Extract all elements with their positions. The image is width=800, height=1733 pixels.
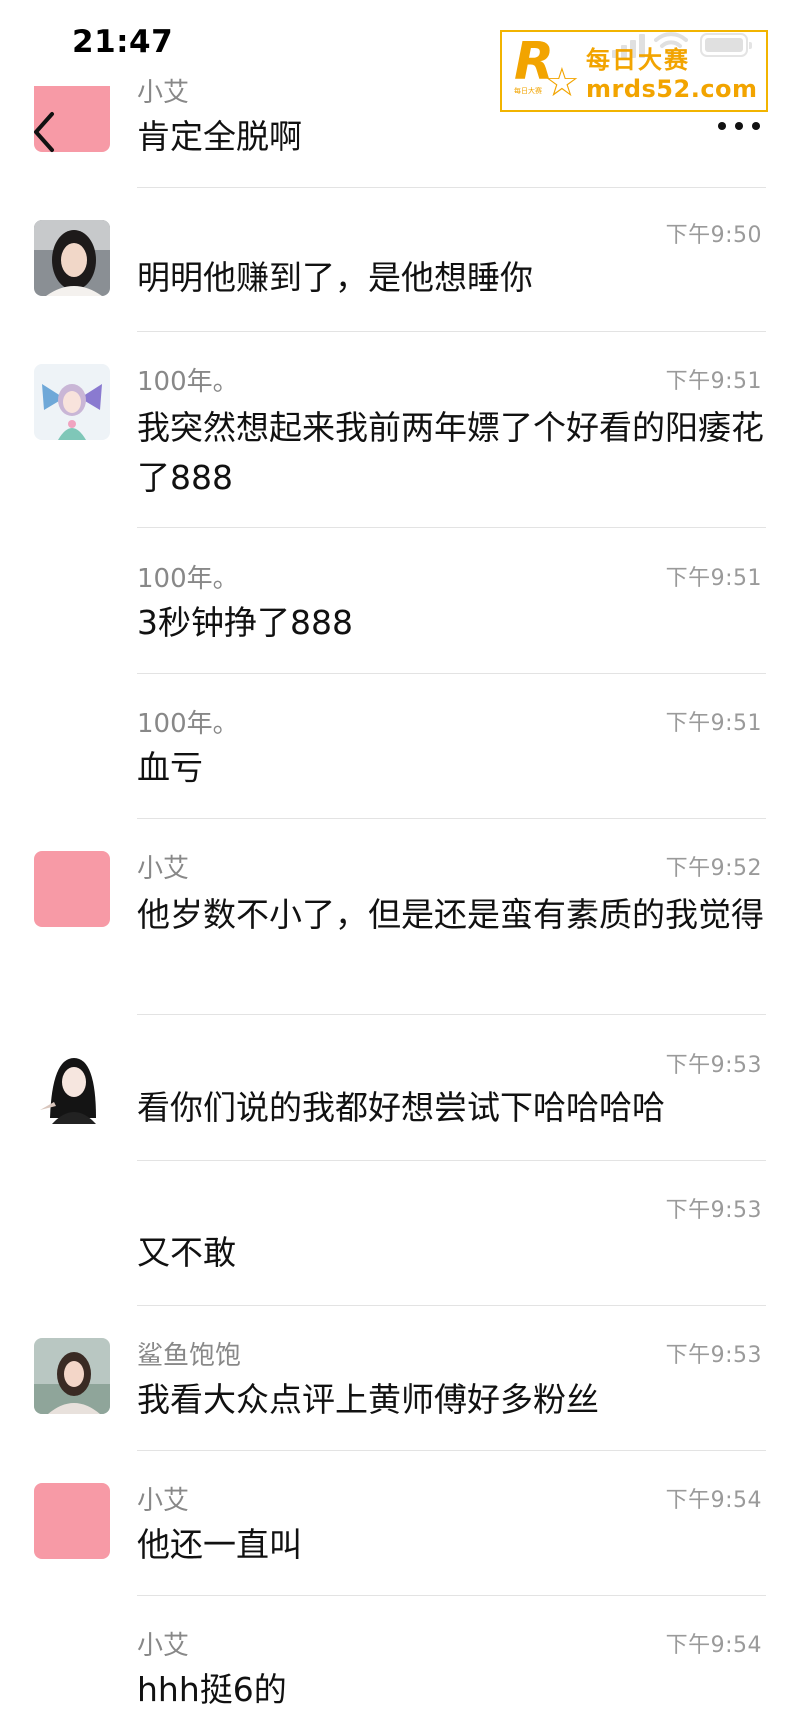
message-time: 下午9:50 [665, 223, 762, 248]
avatar[interactable] [34, 364, 110, 440]
avatar-illustration-icon [34, 1048, 110, 1124]
sender-name: 100年。 [137, 564, 239, 594]
sender-name: 小艾 [137, 854, 190, 884]
message-text: 我看大众点评上黄师傅好多粉丝 [137, 1380, 599, 1419]
divider [137, 331, 766, 332]
message-text: 我突然想起来我前两年嫖了个好看的阳痿花了888 [137, 408, 764, 497]
avatar[interactable] [34, 1048, 110, 1124]
message-text: hhh挺6的 [137, 1670, 287, 1709]
divider [137, 1160, 766, 1161]
watermark: R ☆ 每日大赛 每日大赛 mrds52.com [500, 30, 768, 112]
message-time: 下午9:54 [665, 1633, 762, 1658]
watermark-cn: 每日大赛 [586, 45, 690, 74]
message-time: 下午9:53 [665, 1343, 762, 1368]
watermark-en: mrds52.com [586, 74, 758, 103]
message-text: 肯定全脱啊 [137, 117, 302, 156]
divider [137, 818, 766, 819]
sender-name: 小艾 [137, 1486, 190, 1516]
divider [137, 187, 766, 188]
divider [137, 1595, 766, 1596]
message-time: 下午9:51 [665, 711, 762, 736]
message-text: 他岁数不小了，但是还是蛮有素质的我觉得 [137, 895, 764, 934]
avatar-illustration-icon [34, 364, 110, 440]
divider [137, 1305, 766, 1306]
avatar[interactable] [34, 1483, 110, 1559]
watermark-logo-small: 每日大赛 [514, 87, 542, 95]
sender-name: 鲨鱼饱饱 [137, 1341, 242, 1371]
message-time: 下午9:51 [665, 369, 762, 394]
avatar-photo-icon [34, 1338, 110, 1414]
message-text: 3秒钟挣了888 [137, 603, 353, 642]
avatar[interactable] [34, 1338, 110, 1414]
sender-name: 小艾 [137, 78, 190, 108]
message-time: 下午9:52 [665, 856, 762, 881]
divider [137, 527, 766, 528]
message-time: 下午9:51 [665, 566, 762, 591]
back-icon[interactable] [28, 108, 62, 156]
sender-name: 100年。 [137, 709, 239, 739]
avatar-photo-icon [34, 220, 110, 296]
message-time: 下午9:54 [665, 1488, 762, 1513]
divider [137, 673, 766, 674]
avatar[interactable] [34, 851, 110, 927]
message-text: 明明他赚到了，是他想睡你 [137, 258, 533, 297]
message-time: 下午9:53 [665, 1053, 762, 1078]
status-time: 21:47 [72, 24, 174, 60]
watermark-logo-icon: R ☆ 每日大赛 [514, 32, 580, 106]
divider [137, 1014, 766, 1015]
sender-name: 小艾 [137, 1631, 190, 1661]
message-text: 又不敢 [137, 1233, 236, 1272]
avatar[interactable] [34, 220, 110, 296]
sender-name: 100年。 [137, 367, 239, 397]
more-icon[interactable] [718, 122, 762, 134]
message-text: 他还一直叫 [137, 1525, 302, 1564]
message-text: 血亏 [137, 748, 203, 787]
message-time: 下午9:53 [665, 1198, 762, 1223]
message-text: 看你们说的我都好想尝试下哈哈哈哈 [137, 1088, 665, 1127]
divider [137, 1450, 766, 1451]
